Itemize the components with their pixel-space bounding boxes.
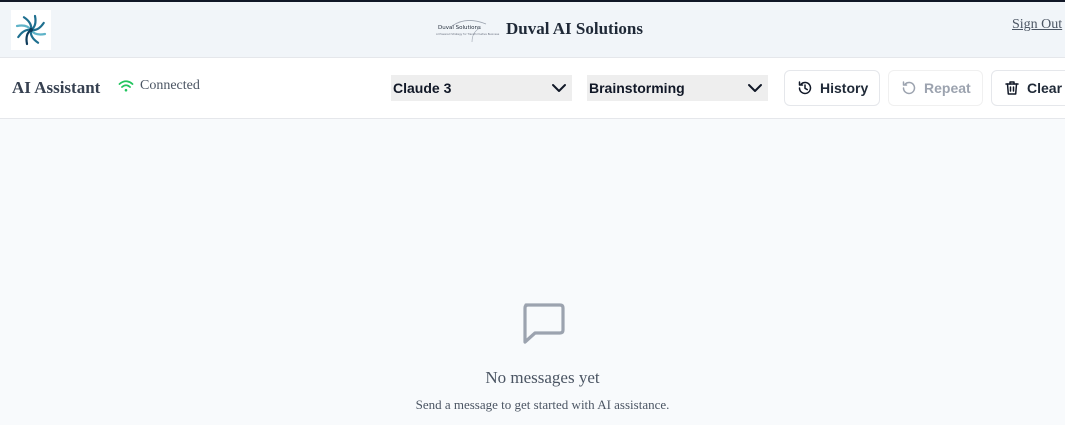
rotate-ccw-icon <box>902 81 916 95</box>
message-square-icon <box>523 303 565 344</box>
brand-logo-text: Duval Solutions <box>438 25 481 31</box>
clear-button[interactable]: Clear <box>991 70 1065 106</box>
brand-logo-tagline: AI Powered Strategy for Transformative B… <box>436 33 500 36</box>
chevron-down-icon <box>552 84 566 92</box>
empty-state-subtitle: Send a message to get started with AI as… <box>415 397 670 412</box>
chevron-down-icon <box>748 84 762 92</box>
model-select-value: Claude 3 <box>393 80 452 96</box>
history-button-label: History <box>820 80 869 96</box>
mode-select[interactable]: Brainstorming <box>587 75 768 101</box>
pinwheel-logo-icon <box>15 14 47 46</box>
brand: Duval Solutions AI Powered Strategy for … <box>436 14 643 44</box>
assistant-toolbar: AI Assistant Connected Claude 3 Brainsto… <box>0 58 1065 119</box>
empty-state-title: No messages yet <box>485 368 600 387</box>
connection-status: Connected <box>118 78 200 94</box>
wifi-icon <box>118 80 134 92</box>
empty-state-icon-wrap <box>520 301 566 350</box>
repeat-button-label: Repeat <box>924 80 971 96</box>
history-button[interactable]: History <box>784 70 880 106</box>
brand-name: Duval AI Solutions <box>506 19 643 38</box>
app-logo[interactable] <box>11 10 51 50</box>
app-header: Duval Solutions AI Powered Strategy for … <box>0 2 1065 58</box>
history-icon <box>798 81 812 95</box>
connection-status-text: Connected <box>140 78 200 93</box>
sign-out-link[interactable]: Sign Out <box>1012 17 1062 33</box>
page-title: AI Assistant <box>12 78 101 97</box>
clear-button-label: Clear <box>1027 80 1063 96</box>
mode-select-value: Brainstorming <box>589 80 685 96</box>
trash-icon <box>1005 81 1019 95</box>
repeat-button[interactable]: Repeat <box>888 70 983 106</box>
model-select[interactable]: Claude 3 <box>391 75 572 101</box>
brand-logo: Duval Solutions AI Powered Strategy for … <box>436 16 499 42</box>
